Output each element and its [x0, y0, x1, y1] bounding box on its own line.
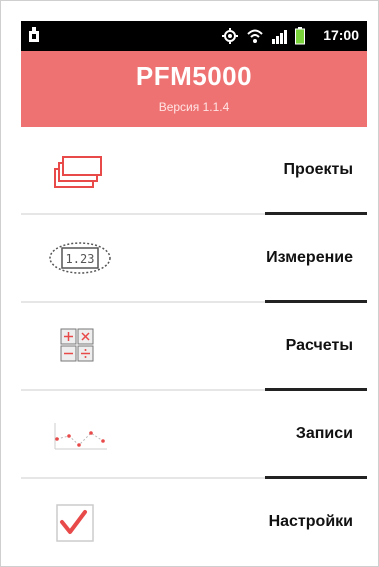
signal-icon: [272, 30, 287, 44]
records-chart-icon: [54, 423, 107, 450]
app-header: PFM5000 Версия 1.1.4: [21, 51, 367, 127]
menu-item-calculations[interactable]: Расчеты: [21, 303, 367, 391]
menu-label-calculations: Расчеты: [285, 337, 353, 354]
menu-item-settings[interactable]: Настройки: [21, 479, 367, 565]
gps-icon: [222, 28, 238, 44]
status-time: 17:00: [323, 27, 359, 43]
battery-icon: [295, 27, 305, 45]
wifi-icon: [247, 29, 263, 43]
settings-checkbox-icon: [56, 504, 94, 542]
notification-icon: [29, 27, 39, 42]
menu-label-measurement: Измерение: [266, 249, 353, 266]
menu-item-projects[interactable]: Проекты: [21, 127, 367, 215]
app-version: Версия 1.1.4: [158, 100, 230, 114]
measurement-icon: 1.23: [49, 242, 111, 274]
menu-item-measurement[interactable]: 1.23 Измерение: [21, 215, 367, 303]
status-bar: 17:00: [21, 21, 367, 51]
menu-item-records[interactable]: Записи: [21, 391, 367, 479]
calculator-icon: [60, 328, 94, 362]
app-title: PFM5000: [135, 61, 253, 91]
menu-label-settings: Настройки: [268, 513, 353, 530]
screen-frame: 17:00 PFM5000 Версия 1.1.4 Проекты 1.23 …: [0, 0, 379, 567]
measurement-icon-text: 1.23: [66, 252, 95, 266]
menu-label-records: Записи: [295, 425, 353, 442]
main-menu: Проекты 1.23 Измерение Расчеты Записи На…: [21, 127, 367, 565]
menu-label-projects: Проекты: [283, 161, 353, 178]
projects-icon: [54, 156, 102, 188]
